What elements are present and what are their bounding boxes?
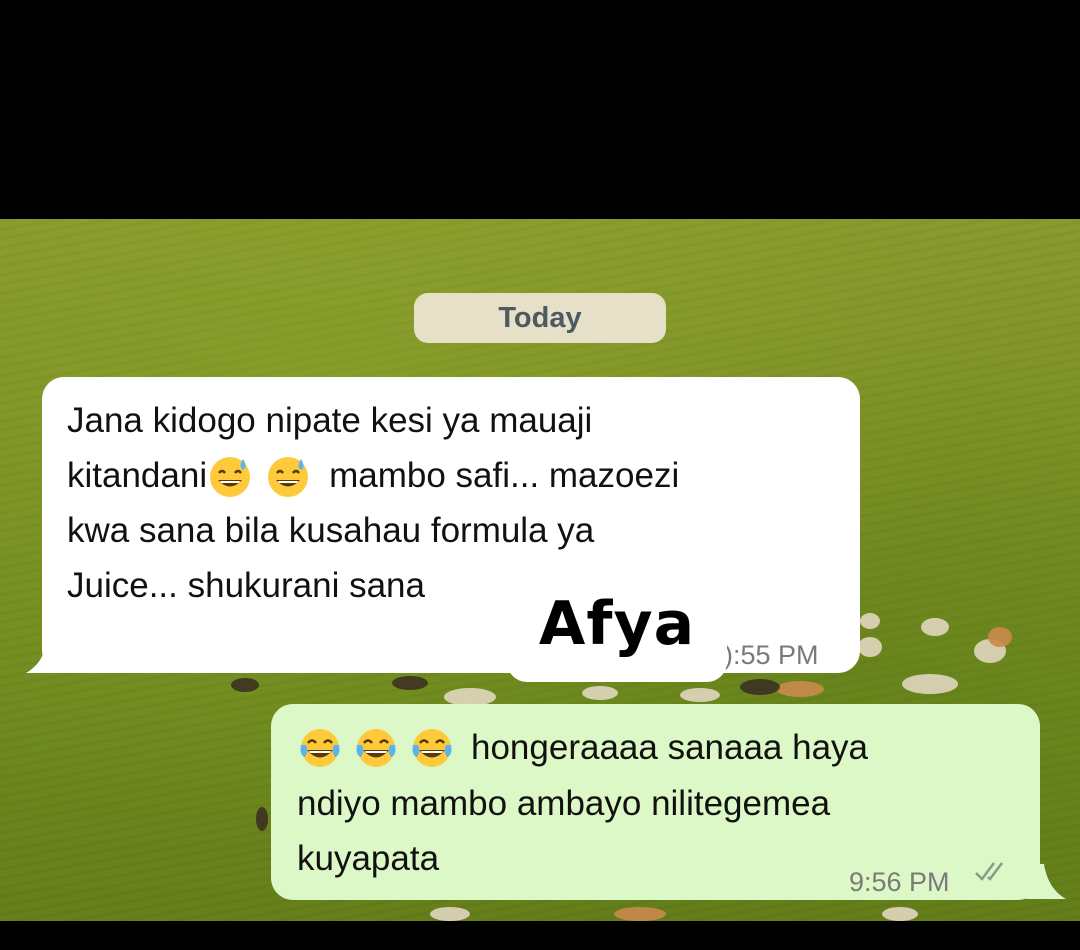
message-line: kitandani mambo safi... mazoezi: [67, 448, 679, 504]
message-timestamp: ):55 PM: [724, 640, 819, 670]
tears-of-joy-emoji: [297, 725, 343, 771]
watermark-logo: Afya: [507, 565, 727, 682]
sweat-smile-emoji: [207, 453, 253, 499]
message-timestamp: 9:56 PM: [849, 867, 950, 897]
message-line: kuyapata: [297, 839, 440, 878]
tears-of-joy-emoji: [353, 725, 399, 771]
incoming-message-bubble[interactable]: Jana kidogo nipate kesi ya mauaji kitand…: [42, 377, 860, 673]
sweat-smile-emoji: [265, 453, 311, 499]
date-separator-label: Today: [498, 301, 582, 334]
tears-of-joy-emoji: [409, 725, 455, 771]
message-line: ndiyo mambo ambayo nilitegemea: [297, 784, 831, 823]
message-line: Juice... shukurani sana: [67, 566, 425, 605]
message-line: kwa sana bila kusahau formula ya: [67, 511, 595, 550]
message-line: Jana kidogo nipate kesi ya mauaji: [67, 401, 593, 440]
bottom-black-bar: [0, 921, 1080, 950]
double-check-icon: [975, 862, 1003, 881]
top-black-bar: [0, 0, 1080, 219]
outgoing-message-bubble[interactable]: hongeraaaa sanaaa haya ndiyo mambo ambay…: [271, 704, 1040, 900]
message-line: hongeraaaa sanaaa haya: [297, 720, 868, 776]
date-separator-chip: Today: [414, 293, 666, 343]
